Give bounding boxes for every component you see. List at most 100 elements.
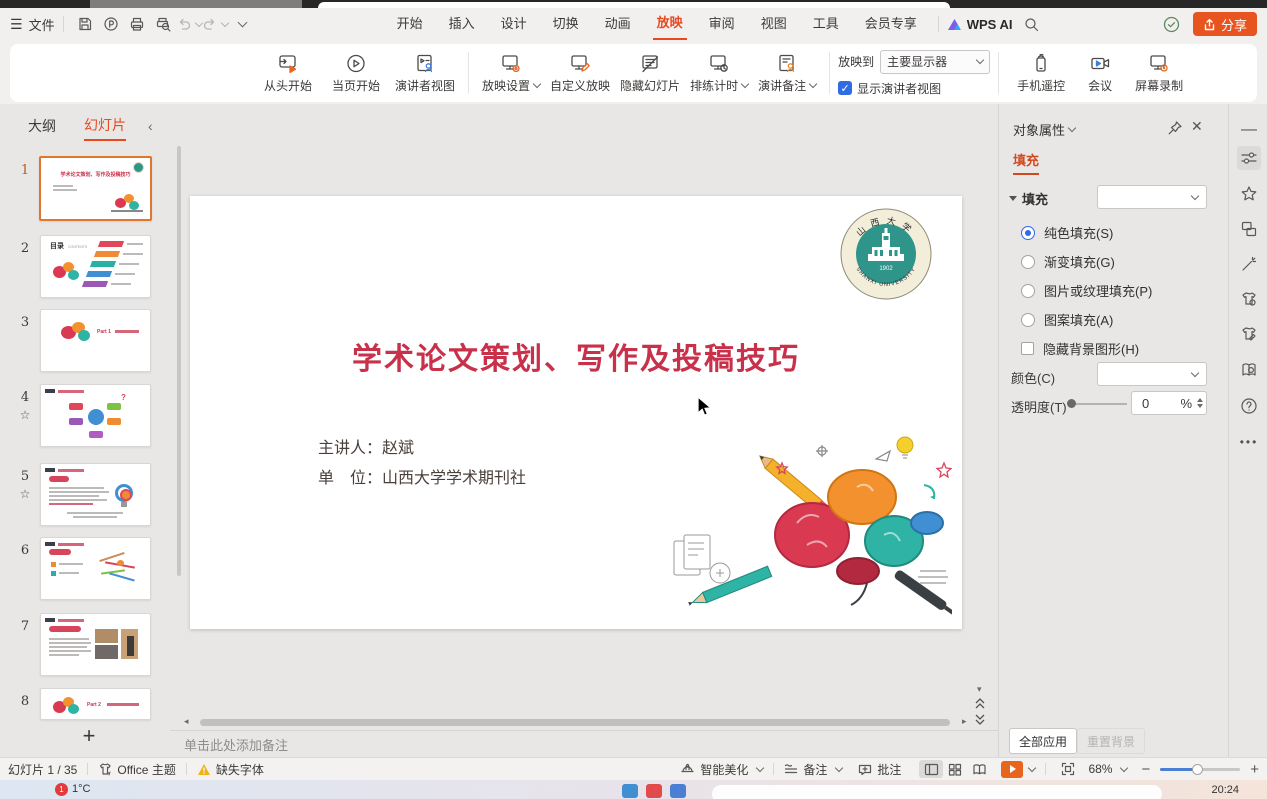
notes-button[interactable]: 备注 [784,761,842,778]
shape-switch-icon[interactable] [1237,217,1261,241]
navigation-search-icon[interactable] [1237,358,1261,382]
scroll-right-icon[interactable]: ▸ [962,716,967,727]
sidebar-collapse-icon[interactable]: ‹ [148,118,153,134]
print-icon[interactable] [124,13,150,35]
tab-slides[interactable]: 幻灯片 [84,115,126,141]
slide-speaker-text[interactable]: 主讲人：赵斌 [318,434,414,458]
from-beginning-button[interactable]: 从头开始 [254,53,322,94]
value-spinner[interactable] [1197,398,1203,408]
slide-thumbnail-4[interactable]: ? [40,384,151,447]
favorite-star-icon[interactable]: ☆ [16,408,34,422]
share-button[interactable]: 分享 [1193,12,1257,36]
menu-tab-animation[interactable]: 动画 [601,9,635,39]
picture-texture-fill-radio[interactable]: 图片或纹理填充(P) [1021,281,1152,300]
favorite-star-icon[interactable]: ☆ [16,487,34,501]
play-options-caret[interactable] [1028,763,1036,771]
tab-outline[interactable]: 大纲 [28,116,56,140]
notes-input-area[interactable]: 单击此处添加备注 [170,730,998,757]
slideshow-play-button[interactable] [1001,761,1023,778]
more-commands-chevron-icon[interactable] [228,13,254,35]
theme-button[interactable]: Office 主题 [98,761,175,778]
fill-section-header[interactable]: 填充 [1009,189,1048,208]
slide-thumbnail-7[interactable] [40,613,151,676]
screen-record-button[interactable]: 屏幕录制 [1125,53,1193,94]
menu-tab-home[interactable]: 开始 [393,9,427,39]
show-presenter-view-checkbox[interactable]: ✓ 显示演讲者视图 [838,80,990,97]
menu-tab-view[interactable]: 视图 [757,9,791,39]
fill-type-dropdown[interactable] [1097,185,1207,209]
slide-organization-text[interactable]: 单 位：山西大学学术期刊社 [318,464,526,488]
zoom-level-dropdown[interactable]: 68% [1088,762,1127,776]
custom-slideshow-button[interactable]: 自定义放映 [545,53,615,94]
export-pdf-icon[interactable] [98,13,124,35]
slide-title[interactable]: 学术论文策划、写作及投稿技巧 [190,334,962,378]
object-properties-icon[interactable] [1237,146,1261,170]
redo-icon[interactable] [202,13,228,35]
collapse-panel-icon[interactable]: — [1237,118,1261,142]
magic-wand-icon[interactable] [1237,252,1261,276]
slide-thumbnail-1[interactable]: 学术论文策划、写作及投稿技巧 [39,156,152,221]
zoom-slider[interactable] [1160,768,1240,771]
fill-tab[interactable]: 填充 [1013,150,1039,175]
solid-fill-radio[interactable]: 纯色填充(S) [1021,223,1113,242]
wps-ai-button[interactable]: WPS AI [947,17,1013,32]
sidebar-scrollbar[interactable] [177,146,181,576]
cloud-saved-icon[interactable] [1159,13,1185,35]
menu-tab-premium[interactable]: 会员专享 [861,9,921,39]
file-menu[interactable]: 文件 [29,15,55,34]
previous-slide-button[interactable] [974,698,986,710]
fit-to-window-button[interactable] [1056,760,1080,778]
shanxi-university-logo[interactable]: 1902 山西大学 SHANXI UNIVERSITY [838,206,934,302]
save-icon[interactable] [72,13,98,35]
smart-beautify-button[interactable]: 智能美化 [680,761,763,778]
design-theme-icon[interactable] [1237,287,1261,311]
slide-thumbnail-8[interactable]: Part 2 [40,688,151,720]
print-preview-icon[interactable] [150,13,176,35]
taskbar-icons[interactable] [622,784,686,798]
menu-tab-insert[interactable]: 插入 [445,9,479,39]
close-panel-icon[interactable]: ✕ [1191,118,1203,135]
transparency-slider-track[interactable] [1071,403,1127,405]
search-icon[interactable] [1018,13,1044,35]
phone-remote-button[interactable]: 手机遥控 [1007,53,1075,94]
normal-view-button[interactable] [919,760,943,778]
zoom-in-button[interactable]: + [1250,761,1259,778]
hide-slide-button[interactable]: 隐藏幻灯片 [615,53,685,94]
presenter-view-button[interactable]: 演讲者视图 [390,53,460,94]
zoom-out-button[interactable]: − [1141,761,1150,778]
gradient-fill-radio[interactable]: 渐变填充(G) [1021,252,1115,271]
display-to-select[interactable]: 主要显示器 [880,50,990,74]
hamburger-menu-icon[interactable]: ☰ [10,16,23,33]
custom-design-icon[interactable] [1237,322,1261,346]
color-dropdown[interactable] [1097,362,1207,386]
reset-background-button[interactable]: 重置背景 [1077,728,1145,754]
effects-star-icon[interactable] [1237,182,1261,206]
hide-background-checkbox[interactable]: 隐藏背景图形(H) [1021,339,1139,358]
transparency-slider-thumb[interactable] [1067,399,1076,408]
reading-view-button[interactable] [967,760,991,778]
meeting-button[interactable]: 会议 [1075,53,1125,94]
scroll-down-icon[interactable]: ▾ [977,684,982,695]
zoom-slider-thumb[interactable] [1192,764,1203,775]
slide-thumbnail-5[interactable] [40,463,151,526]
horizontal-scrollbar[interactable] [200,719,950,726]
apply-all-button[interactable]: 全部应用 [1009,728,1077,754]
taskbar-search-box[interactable] [712,785,1162,799]
transparency-value-field[interactable]: 0 % [1131,391,1207,415]
pattern-fill-radio[interactable]: 图案填充(A) [1021,310,1113,329]
menu-tab-transition[interactable]: 切换 [549,9,583,39]
menu-tab-slideshow[interactable]: 放映 [653,8,687,40]
slide-canvas[interactable]: 学术论文策划、写作及投稿技巧 主讲人：赵斌 单 位：山西大学学术期刊社 1902… [190,196,962,629]
scroll-left-icon[interactable]: ◂ [184,716,189,727]
slide-sorter-view-button[interactable] [943,760,967,778]
next-slide-button[interactable] [974,713,986,725]
undo-icon[interactable] [176,13,202,35]
speaker-notes-button[interactable]: 演讲备注 [753,53,821,94]
menu-tab-tools[interactable]: 工具 [809,9,843,39]
slide-thumbnail-3[interactable]: Part 1 [40,309,151,372]
weather-widget[interactable]: 1 1°C [0,780,90,796]
menu-tab-review[interactable]: 审阅 [705,9,739,39]
missing-font-warning[interactable]: 缺失字体 [197,761,264,778]
slide-thumbnail-6[interactable] [40,537,151,600]
help-icon[interactable] [1237,394,1261,418]
